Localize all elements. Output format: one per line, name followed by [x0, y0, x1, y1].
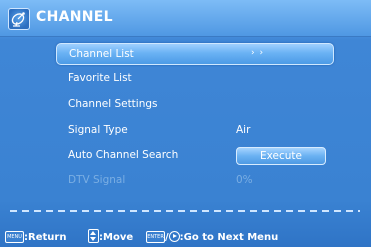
menu-item-favorite-list[interactable]: Favorite List — [56, 68, 332, 88]
right-key-icon — [168, 230, 180, 242]
enter-key-icon: ENTER — [146, 231, 165, 243]
menu-item-label: Signal Type — [68, 124, 128, 136]
page-title: CHANNEL — [36, 9, 113, 25]
menu-item-label: Channel List — [69, 48, 134, 60]
satellite-dish-icon — [8, 8, 30, 30]
menu-item-dtv-signal: DTV Signal 0% — [56, 170, 332, 190]
menu-item-channel-settings[interactable]: Channel Settings — [56, 94, 332, 114]
menu-item-signal-type[interactable]: Signal Type Air — [56, 120, 332, 140]
dtv-signal-value: 0% — [236, 174, 253, 186]
next-menu-hint: :Go to Next Menu — [179, 232, 279, 243]
submenu-arrows-icon: › › — [251, 48, 265, 58]
up-down-key-icon — [88, 229, 99, 243]
title-bar: CHANNEL — [0, 0, 371, 37]
menu-key-icon: MENU — [5, 231, 24, 243]
footer-hint-bar: MENU:Return :Move ENTER/:Go to Next Menu — [0, 228, 371, 247]
menu-item-label: DTV Signal — [68, 174, 126, 186]
menu-item-label: Auto Channel Search — [68, 149, 179, 161]
move-hint: :Move — [99, 232, 134, 243]
menu-item-label: Channel Settings — [68, 98, 158, 110]
tv-osd-screen: CHANNEL Channel List › › Favorite List C… — [0, 0, 371, 247]
menu-item-auto-channel-search[interactable]: Auto Channel Search Execute — [56, 145, 332, 165]
menu-item-channel-list[interactable]: Channel List › › — [56, 43, 334, 65]
signal-type-value: Air — [236, 124, 251, 136]
execute-button[interactable]: Execute — [236, 147, 326, 165]
menu-item-label: Favorite List — [68, 72, 132, 84]
footer-divider — [10, 210, 360, 212]
return-hint: :Return — [24, 232, 67, 243]
